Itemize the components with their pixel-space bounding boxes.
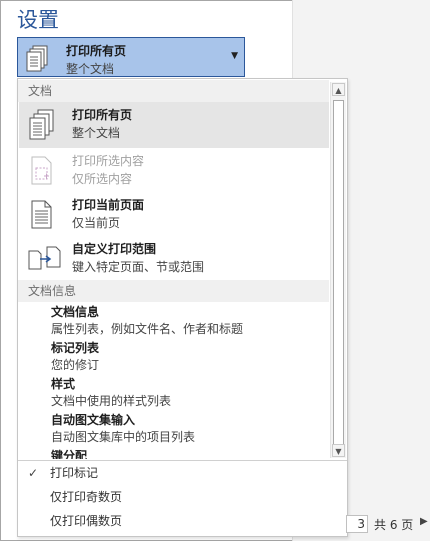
checkmark-icon: ✓ <box>28 466 39 480</box>
menu-item-label: 自定义打印范围 <box>72 242 157 256</box>
menu-item-label: 打印当前页面 <box>72 198 145 212</box>
scroll-down-icon[interactable]: ▼ <box>332 444 345 457</box>
menu-scroll-area[interactable]: 文档 打印所有页 整个文档 打印所选内容 仅所选内容 打印当前页面 仅当前页 自… <box>18 79 329 459</box>
dropdown-selected-label: 打印所有页 <box>66 44 127 58</box>
option-label: 打印标记 <box>50 466 99 480</box>
pages-icon <box>24 44 52 75</box>
current-page-input[interactable]: 3 <box>346 515 368 533</box>
menu-item-label: 样式 <box>51 377 76 391</box>
option-label: 仅打印奇数页 <box>50 490 123 504</box>
menu-item-label: 键分配 <box>51 449 88 459</box>
selection-icon <box>27 155 57 190</box>
menu-item-styles[interactable]: 样式 文档中使用的样式列表 <box>51 376 171 410</box>
menu-item-sublabel: 仅所选内容 <box>72 172 133 186</box>
menu-item-markup-list[interactable]: 标记列表 您的修订 <box>51 340 99 374</box>
pages-icon <box>27 109 57 144</box>
settings-title: 设置 <box>17 8 59 32</box>
scrollbar-thumb[interactable] <box>333 100 344 445</box>
print-range-menu: 文档 打印所有页 整个文档 打印所选内容 仅所选内容 打印当前页面 仅当前页 自… <box>17 78 348 537</box>
menu-item-sublabel: 自动图文集库中的项目列表 <box>51 430 196 444</box>
menu-item-label: 打印所选内容 <box>72 154 145 168</box>
menu-item-print-selection: 打印所选内容 仅所选内容 <box>19 148 329 192</box>
section-header-document: 文档 <box>18 80 329 102</box>
menu-scrollbar[interactable]: ▲ ▼ <box>330 82 346 458</box>
option-print-markup[interactable]: ✓ 打印标记 <box>18 461 347 485</box>
menu-item-print-current-page[interactable]: 打印当前页面 仅当前页 <box>19 192 329 236</box>
scroll-up-icon[interactable]: ▲ <box>332 83 345 96</box>
menu-item-custom-range[interactable]: 自定义打印范围 键入特定页面、节或范围 <box>19 236 329 280</box>
menu-item-sublabel: 仅当前页 <box>72 216 121 230</box>
menu-item-sublabel: 整个文档 <box>72 126 121 140</box>
page-total-label: 共 6 页 <box>374 518 414 532</box>
print-range-dropdown[interactable]: 打印所有页 整个文档 ▼ <box>17 37 245 77</box>
dropdown-selected-sublabel: 整个文档 <box>66 62 115 76</box>
next-page-icon[interactable]: ▶ <box>420 516 428 527</box>
menu-item-label: 标记列表 <box>51 341 100 355</box>
menu-item-key-assignments[interactable]: 键分配 <box>51 448 87 459</box>
menu-item-autotext[interactable]: 自动图文集输入 自动图文集库中的项目列表 <box>51 412 195 446</box>
option-label: 仅打印偶数页 <box>50 514 123 528</box>
option-print-odd-pages[interactable]: 仅打印奇数页 <box>18 485 347 509</box>
menu-item-label: 打印所有页 <box>72 108 133 122</box>
menu-item-print-all[interactable]: 打印所有页 整个文档 <box>19 102 329 148</box>
chevron-down-icon: ▼ <box>231 51 238 61</box>
menu-item-sublabel: 键入特定页面、节或范围 <box>72 260 205 274</box>
menu-item-sublabel: 文档中使用的样式列表 <box>51 394 172 408</box>
menu-item-sublabel: 属性列表，例如文件名、作者和标题 <box>51 322 244 336</box>
section-header-document-info: 文档信息 <box>18 280 329 302</box>
menu-item-label: 自动图文集输入 <box>51 413 136 427</box>
custom-range-icon <box>27 243 63 278</box>
menu-item-label: 文档信息 <box>51 305 100 319</box>
menu-item-document-info[interactable]: 文档信息 属性列表，例如文件名、作者和标题 <box>51 304 243 338</box>
page-icon <box>27 199 57 234</box>
option-print-even-pages[interactable]: 仅打印偶数页 <box>18 509 347 533</box>
menu-item-sublabel: 您的修订 <box>51 358 100 372</box>
